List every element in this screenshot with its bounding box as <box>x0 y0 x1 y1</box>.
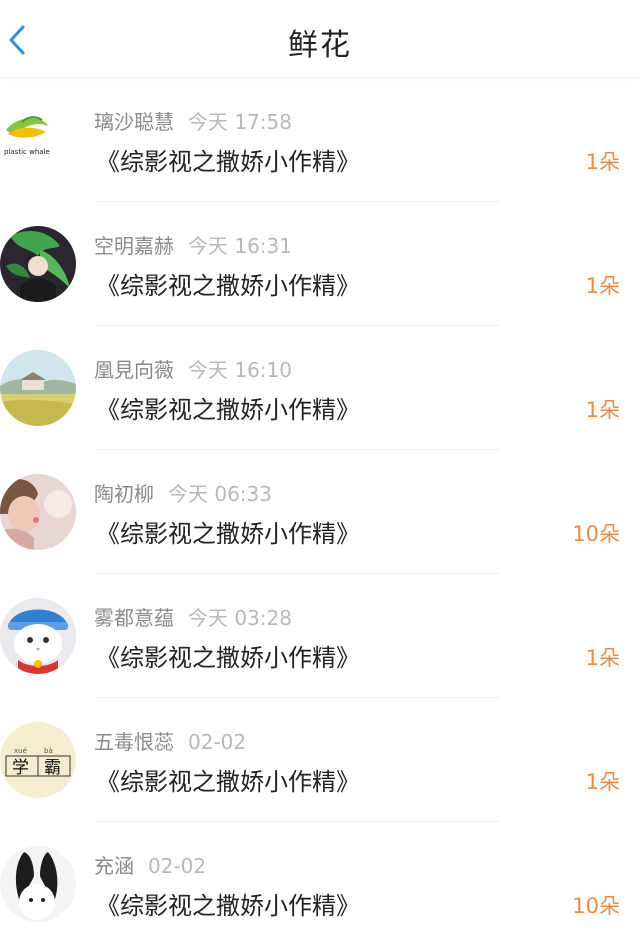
avatar-char-1: 学 <box>12 758 29 778</box>
book-title[interactable]: 《综影视之撒娇小作精》 <box>96 390 360 425</box>
sender-name: 充涵 02-02 <box>94 854 207 878</box>
list-item[interactable]: 雾都意蕴 今天 03:28 《综影视之撒娇小作精》 1朵 <box>0 574 640 698</box>
list-item[interactable]: 空明嘉赫 今天 16:31 《综影视之撒娇小作精》 1朵 <box>0 202 640 326</box>
girl-dandelion-avatar[interactable] <box>0 474 76 550</box>
rabbit-avatar[interactable] <box>0 846 76 922</box>
cat-blue-hat-avatar[interactable] <box>0 598 76 674</box>
timestamp: 今天 16:10 <box>188 358 292 382</box>
book-title[interactable]: 《综影视之撒娇小作精》 <box>96 514 360 549</box>
list-item[interactable]: 陶初柳 今天 06:33 《综影视之撒娇小作精》 10朵 <box>0 450 640 574</box>
timestamp: 02-02 <box>148 854 207 878</box>
list-item[interactable]: 凰見向薇 今天 16:10 《综影视之撒娇小作精》 1朵 <box>0 326 640 450</box>
green-hair-anime-avatar[interactable] <box>0 226 76 302</box>
flower-count: 1朵 <box>585 274 620 298</box>
timestamp: 02-02 <box>188 730 247 754</box>
book-title[interactable]: 《综影视之撒娇小作精》 <box>96 762 360 797</box>
timestamp: 今天 06:33 <box>168 482 272 506</box>
list-item[interactable]: plastic whale 璃沙聪慧 今天 17:58 《综影视之撒娇小作精》 1… <box>0 78 640 202</box>
book-title[interactable]: 《综影视之撒娇小作精》 <box>96 142 360 177</box>
avatar-logo-text: plastic whale <box>4 148 50 156</box>
timestamp: 今天 03:28 <box>188 606 292 630</box>
sender-name: 凰見向薇 今天 16:10 <box>94 358 292 382</box>
timestamp: 今天 16:31 <box>188 234 292 258</box>
list-item[interactable]: 充涵 02-02 《综影视之撒娇小作精》 10朵 <box>0 822 640 946</box>
page-title: 鲜花 <box>288 28 352 63</box>
header-bar: 鲜花 <box>0 0 640 78</box>
plastic-whale-logo-avatar[interactable]: plastic whale <box>0 102 76 178</box>
landscape-avatar[interactable] <box>0 350 76 426</box>
sender-name: 璃沙聪慧 今天 17:58 <box>94 110 292 134</box>
flower-count: 10朵 <box>572 894 620 918</box>
avatar-pinyin-2: bà <box>44 747 53 755</box>
flower-count: 1朵 <box>585 150 620 174</box>
timestamp: 今天 17:58 <box>188 110 292 134</box>
book-title[interactable]: 《综影视之撒娇小作精》 <box>96 638 360 673</box>
flower-count: 1朵 <box>585 770 620 794</box>
book-title[interactable]: 《综影视之撒娇小作精》 <box>96 886 360 921</box>
flower-list: plastic whale 璃沙聪慧 今天 17:58 《综影视之撒娇小作精》 1… <box>0 78 640 946</box>
sender-name: 空明嘉赫 今天 16:31 <box>94 234 292 258</box>
sender-name: 陶初柳 今天 06:33 <box>94 482 272 506</box>
flower-count: 1朵 <box>585 646 620 670</box>
xueba-avatar[interactable]: xué bà 学 霸 <box>0 722 76 798</box>
avatar-char-2: 霸 <box>44 758 61 778</box>
book-title[interactable]: 《综影视之撒娇小作精》 <box>96 266 360 301</box>
list-item[interactable]: xué bà 学 霸 五毒恨蕊 02-02 《综影视之撒娇小作精》 1朵 <box>0 698 640 822</box>
sender-name: 雾都意蕴 今天 03:28 <box>94 606 292 630</box>
flower-count: 10朵 <box>572 522 620 546</box>
flower-count: 1朵 <box>585 398 620 422</box>
sender-name: 五毒恨蕊 02-02 <box>94 730 247 754</box>
avatar-pinyin-1: xué <box>14 747 27 755</box>
